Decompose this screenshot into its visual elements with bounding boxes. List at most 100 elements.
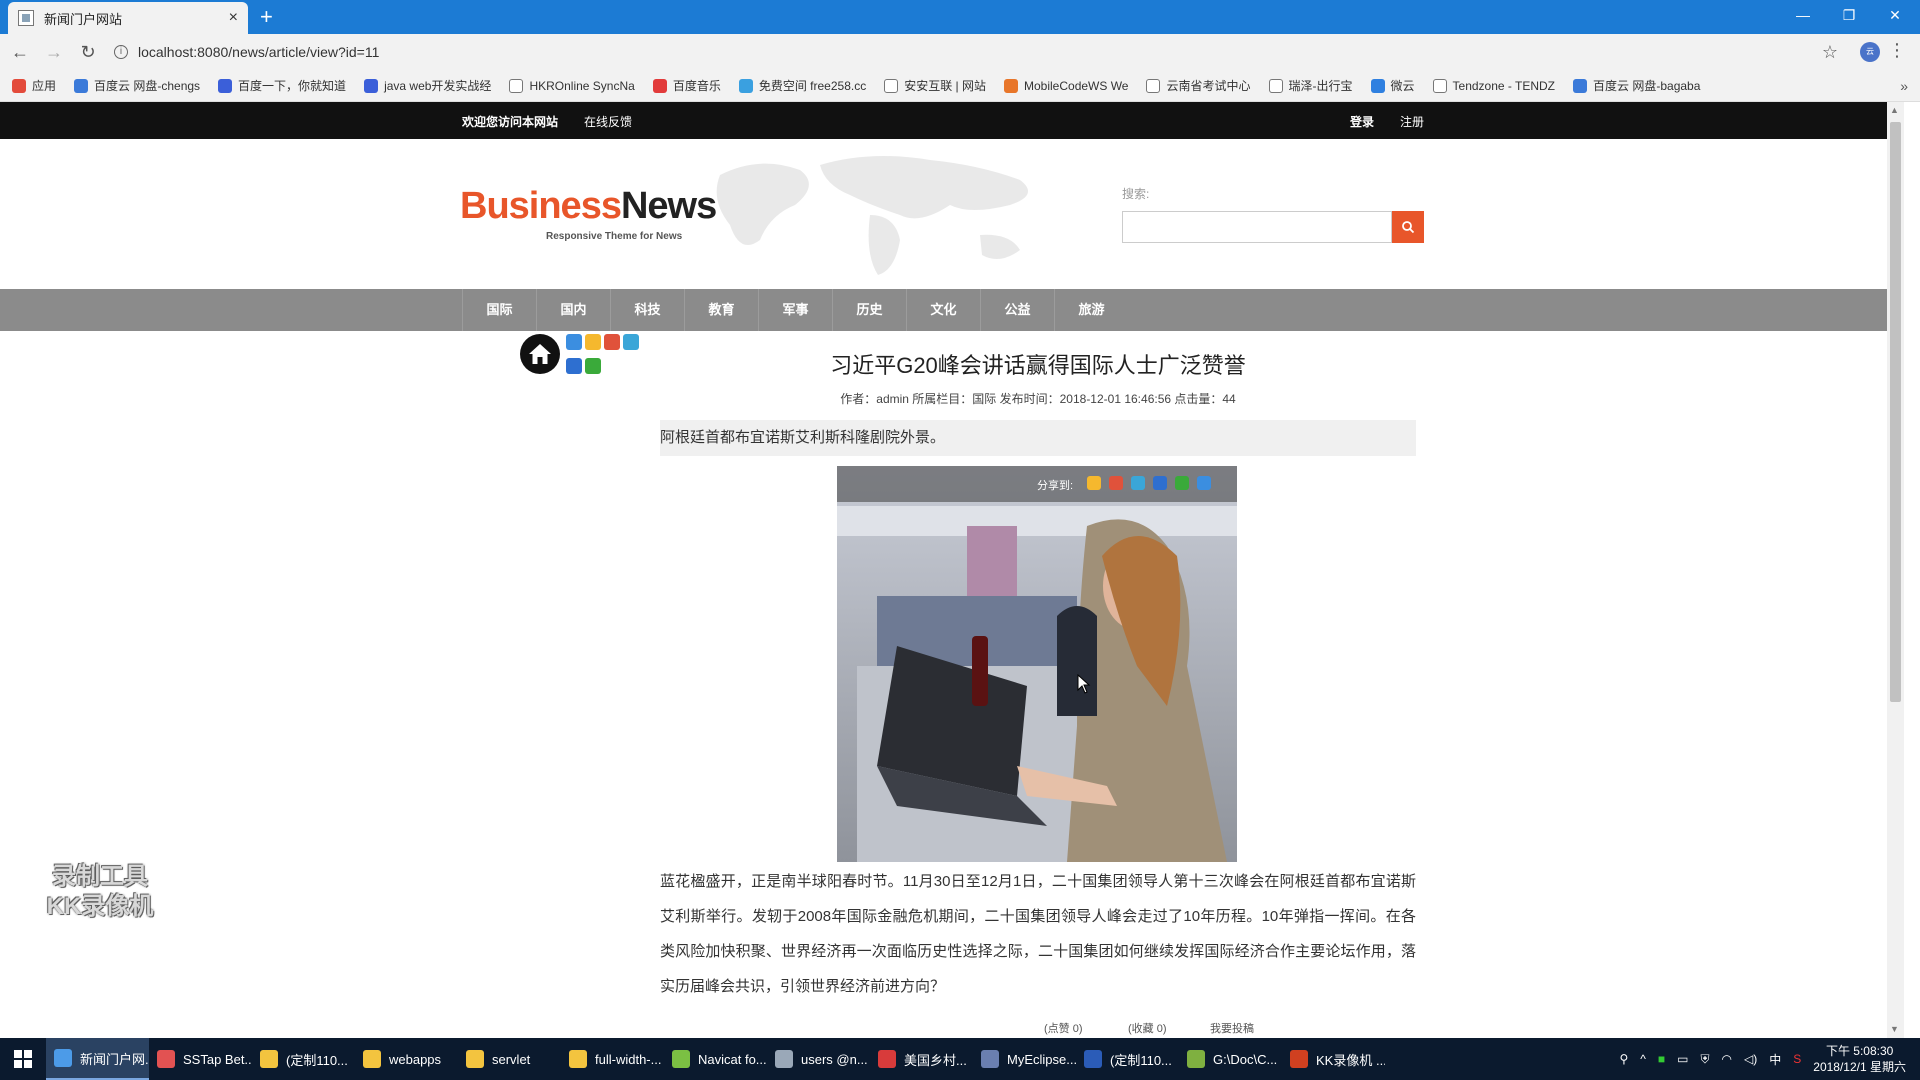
taskbar-item[interactable]: (定制110... (1076, 1038, 1179, 1080)
bookmark-item[interactable]: 瑞泽-出行宝 (1268, 77, 1353, 94)
restore-button[interactable]: ❐ (1826, 0, 1872, 30)
collect-button[interactable]: (收藏 0) (1128, 1020, 1167, 1036)
codeicon (1004, 78, 1018, 93)
browser-tab-active[interactable]: 新闻门户网站 × (8, 2, 248, 34)
taskbar-item[interactable]: 新闻门户网... (46, 1038, 149, 1080)
bookmark-star-icon[interactable]: ☆ (1822, 42, 1838, 63)
site-logo[interactable]: BusinessNews Responsive Theme for News (460, 185, 717, 242)
bookmark-label: Tendzone - TENDZ (1452, 78, 1556, 93)
ime-indicator[interactable]: 中 (1769, 1051, 1781, 1068)
bookmark-item[interactable]: 安安互联 | 网站 (884, 77, 986, 94)
nav-item[interactable]: 教育 (684, 289, 758, 331)
taskbar-item[interactable]: (定制110... (252, 1038, 355, 1080)
share-renren-icon[interactable] (566, 358, 582, 374)
page-scrollbar[interactable]: ▲ ▼ (1887, 102, 1904, 1038)
share-more-icon[interactable] (1197, 476, 1211, 490)
share-wechat-icon[interactable] (585, 358, 601, 374)
submit-article-link[interactable]: 我要投稿 (1210, 1020, 1254, 1036)
share-more-icon[interactable] (566, 334, 582, 350)
bookmark-item[interactable]: 百度云 网盘-bagaba (1573, 77, 1700, 94)
nav-item[interactable]: 旅游 (1054, 289, 1128, 331)
kk-recorder-icon (1290, 1050, 1308, 1068)
minimize-button[interactable]: — (1780, 0, 1826, 30)
nav-item[interactable]: 军事 (758, 289, 832, 331)
taskbar-item-label: G:\Doc\C... (1213, 1051, 1278, 1067)
tray-expand-icon[interactable]: ^ (1640, 1052, 1646, 1066)
bookmark-item[interactable]: 应用 (12, 77, 56, 94)
address-bar[interactable]: i localhost:8080/news/article/view?id=11 (114, 38, 1794, 66)
home-button[interactable] (520, 334, 560, 374)
nav-item[interactable]: 文化 (906, 289, 980, 331)
sogou-ime-icon[interactable]: S (1793, 1052, 1801, 1066)
taskbar-item[interactable]: MyEclipse... (973, 1038, 1076, 1080)
search-button[interactable] (1392, 211, 1424, 243)
taskbar-item-label: full-width-... (595, 1051, 662, 1067)
search-input[interactable] (1122, 211, 1392, 243)
bookmark-item[interactable]: 百度一下，你就知道 (218, 77, 346, 94)
people-icon[interactable]: ⚲ (1619, 1052, 1628, 1066)
scroll-down-icon[interactable]: ▼ (1890, 1024, 1899, 1034)
nav-item[interactable]: 历史 (832, 289, 906, 331)
back-arrow-icon[interactable]: ← (6, 42, 34, 63)
login-link[interactable]: 登录 (1350, 113, 1374, 130)
reload-icon[interactable]: ↻ (74, 42, 102, 63)
menu-kebab-icon[interactable]: ⋮ (1888, 40, 1906, 61)
scrollbar-thumb[interactable] (1890, 122, 1901, 702)
clock-date: 2018/12/1 星期六 (1813, 1060, 1906, 1074)
tray-usb-icon[interactable]: ▭ (1677, 1052, 1688, 1066)
nav-item[interactable]: 国际 (462, 289, 536, 331)
start-button[interactable] (0, 1038, 46, 1080)
taskbar-item[interactable]: 美国乡村... (870, 1038, 973, 1080)
taskbar-item[interactable]: servlet (458, 1038, 561, 1080)
tray-shield-icon[interactable]: ⛨ (1701, 1052, 1710, 1067)
taskbar-item[interactable]: SSTap Bet... (149, 1038, 252, 1080)
bookmarks-overflow-icon[interactable]: » (1900, 78, 1908, 94)
bookmark-label: 百度一下，你就知道 (238, 79, 347, 93)
bookmark-item[interactable]: 微云 (1370, 77, 1415, 94)
windows-taskbar: 新闻门户网... SSTap Bet... (定制110... webapps serv… (0, 1038, 1920, 1080)
taskbar-item[interactable]: full-width-... (561, 1038, 664, 1080)
share-wechat-icon[interactable] (1175, 476, 1189, 490)
share-weibo-icon[interactable] (604, 334, 620, 350)
bookmark-item[interactable]: Tendzone - TENDZ (1432, 78, 1556, 93)
bookmark-item[interactable]: 云南省考试中心 (1146, 77, 1251, 94)
bookmark-label: 百度云 网盘-bagaba (1593, 79, 1701, 93)
share-renren-icon[interactable] (1153, 476, 1167, 490)
tray-app-icon[interactable]: ■ (1658, 1052, 1665, 1066)
system-clock[interactable]: 下午 5:08:30 2018/12/1 星期六 (1813, 1043, 1906, 1075)
share-qzone-icon[interactable] (1087, 476, 1101, 490)
tab-close-icon[interactable]: × (229, 9, 238, 27)
site-info-icon[interactable]: i (114, 45, 128, 59)
bookmark-item[interactable]: 免费空间 free258.cc (738, 77, 866, 94)
bookmark-item[interactable]: HKROnline SyncNa (509, 78, 635, 93)
feedback-link[interactable]: 在线反馈 (584, 113, 632, 130)
taskbar-item[interactable]: G:\Doc\C... (1179, 1038, 1282, 1080)
bookmark-item[interactable]: 百度云 网盘-chengs (74, 77, 200, 94)
volume-icon[interactable]: ◁) (1744, 1052, 1757, 1066)
profile-avatar-icon[interactable]: 云 (1860, 42, 1880, 62)
taskbar-item[interactable]: Navicat fo... (664, 1038, 767, 1080)
bookmark-item[interactable]: MobileCodeWS We (1004, 78, 1128, 93)
close-window-button[interactable]: ✕ (1872, 0, 1918, 30)
share-tencent-icon[interactable] (623, 334, 639, 350)
register-link[interactable]: 注册 (1400, 113, 1424, 130)
bookmark-item[interactable]: java web开发实战经 (364, 77, 491, 94)
share-tencent-icon[interactable] (1131, 476, 1145, 490)
taskbar-item[interactable]: KK录像机 ... (1282, 1038, 1385, 1080)
taskbar-item[interactable]: users @n... (767, 1038, 870, 1080)
taskbar-item[interactable]: webapps (355, 1038, 458, 1080)
forward-arrow-icon[interactable]: → (40, 42, 68, 63)
network-icon[interactable]: ◠ (1722, 1052, 1732, 1066)
nav-item[interactable]: 科技 (610, 289, 684, 331)
scroll-up-icon[interactable]: ▲ (1890, 105, 1899, 115)
nav-item[interactable]: 国内 (536, 289, 610, 331)
taskbar-item-label: 美国乡村... (904, 1052, 967, 1068)
url-text[interactable]: localhost:8080/news/article/view?id=11 (138, 44, 379, 60)
share-qzone-icon[interactable] (585, 334, 601, 350)
like-button[interactable]: (点赞 0) (1044, 1020, 1083, 1036)
bookmark-item[interactable]: 百度音乐 (652, 77, 721, 94)
new-tab-button[interactable]: + (260, 4, 273, 30)
nav-item[interactable]: 公益 (980, 289, 1054, 331)
photo-image (837, 466, 1237, 862)
share-weibo-icon[interactable] (1109, 476, 1123, 490)
